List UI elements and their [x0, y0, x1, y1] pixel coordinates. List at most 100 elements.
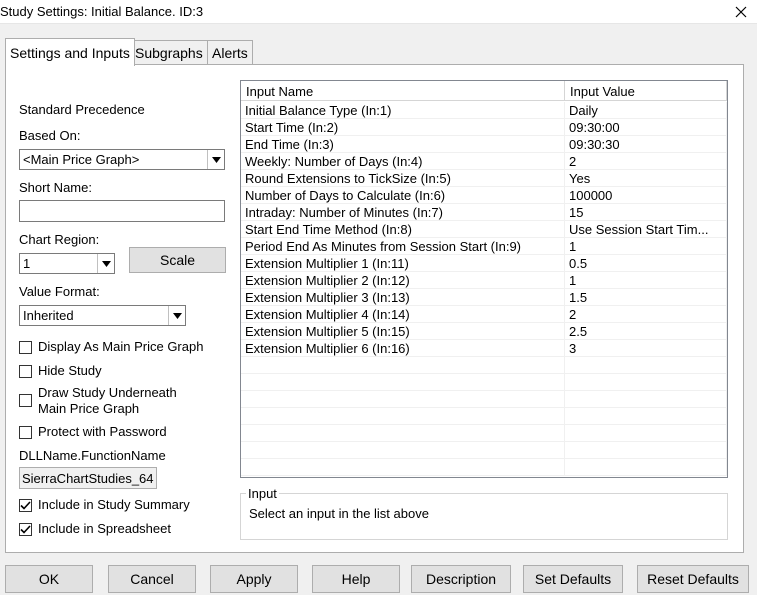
check-icon	[20, 525, 31, 534]
set-defaults-button[interactable]: Set Defaults	[523, 565, 623, 593]
empty-cell	[565, 391, 727, 408]
input-name-cell: Number of Days to Calculate (In:6)	[241, 187, 565, 204]
help-button[interactable]: Help	[312, 565, 400, 593]
checkbox-box	[19, 394, 32, 407]
input-name-cell: Weekly: Number of Days (In:4)	[241, 153, 565, 170]
table-row[interactable]: Initial Balance Type (In:1) Daily	[241, 102, 727, 119]
input-name-cell: Extension Multiplier 5 (In:15)	[241, 323, 565, 340]
table-row[interactable]: Intraday: Number of Minutes (In:7) 15	[241, 204, 727, 221]
table-row[interactable]: Extension Multiplier 6 (In:16) 3	[241, 340, 727, 357]
include-in-study-summary-checkbox[interactable]: Include in Study Summary	[19, 497, 190, 512]
empty-cell	[565, 408, 727, 425]
input-name-cell: Intraday: Number of Minutes (In:7)	[241, 204, 565, 221]
table-row[interactable]: Extension Multiplier 4 (In:14) 2	[241, 306, 727, 323]
table-row[interactable]: Start End Time Method (In:8) Use Session …	[241, 221, 727, 238]
table-row[interactable]: Extension Multiplier 2 (In:12) 1	[241, 272, 727, 289]
input-value-cell[interactable]: 3	[565, 340, 727, 357]
based-on-value: <Main Price Graph>	[23, 152, 140, 167]
input-value-cell[interactable]: 1	[565, 272, 727, 289]
column-header-input-name[interactable]: Input Name	[241, 81, 565, 101]
empty-cell	[565, 374, 727, 391]
cancel-button[interactable]: Cancel	[108, 565, 196, 593]
input-value-cell[interactable]: Yes	[565, 170, 727, 187]
protect-with-password-checkbox[interactable]: Protect with Password	[19, 424, 167, 439]
empty-cell	[565, 459, 727, 476]
input-value-cell[interactable]: 1.5	[565, 289, 727, 306]
table-row[interactable]: Extension Multiplier 3 (In:13) 1.5	[241, 289, 727, 306]
table-row[interactable]: Extension Multiplier 1 (In:11) 0.5	[241, 255, 727, 272]
window-title: Study Settings: Initial Balance. ID:3	[0, 4, 204, 19]
hide-study-checkbox[interactable]: Hide Study	[19, 363, 102, 378]
close-button[interactable]	[727, 0, 755, 24]
empty-row	[241, 357, 727, 374]
table-row[interactable]: Period End As Minutes from Session Start…	[241, 238, 727, 255]
inputs-list-header: Input Name Input Value	[241, 81, 727, 101]
empty-cell	[241, 442, 565, 459]
table-row[interactable]: Weekly: Number of Days (In:4) 2	[241, 153, 727, 170]
include-in-spreadsheet-checkbox[interactable]: Include in Spreadsheet	[19, 521, 171, 536]
empty-cell	[565, 442, 727, 459]
input-value-cell[interactable]: 09:30:30	[565, 136, 727, 153]
table-row[interactable]: Start Time (In:2) 09:30:00	[241, 119, 727, 136]
column-header-input-value[interactable]: Input Value	[565, 81, 727, 101]
empty-cell	[241, 459, 565, 476]
table-row[interactable]: End Time (In:3) 09:30:30	[241, 136, 727, 153]
empty-cell	[241, 357, 565, 374]
input-value-cell[interactable]: Daily	[565, 102, 727, 119]
tab-alerts[interactable]: Alerts	[207, 40, 253, 64]
input-name-cell: Extension Multiplier 2 (In:12)	[241, 272, 565, 289]
input-description: Select an input in the list above	[249, 506, 429, 521]
display-as-main-price-graph-checkbox[interactable]: Display As Main Price Graph	[19, 339, 203, 354]
checkbox-label: Draw Study Underneath Main Price Graph	[38, 385, 177, 416]
empty-cell	[565, 425, 727, 442]
title-bar: Study Settings: Initial Balance. ID:3	[0, 0, 757, 24]
table-row[interactable]: Round Extensions to TickSize (In:5) Yes	[241, 170, 727, 187]
empty-cell	[241, 374, 565, 391]
empty-row	[241, 408, 727, 425]
input-name-cell: End Time (In:3)	[241, 136, 565, 153]
dll-name-field: SierraChartStudies_64	[19, 467, 157, 489]
reset-defaults-button[interactable]: Reset Defaults	[637, 565, 749, 593]
checkbox-label: Hide Study	[38, 363, 102, 378]
apply-button[interactable]: Apply	[210, 565, 298, 593]
inputs-list[interactable]: Input Name Input Value Initial Balance T…	[240, 80, 728, 478]
empty-row	[241, 391, 727, 408]
chevron-down-icon	[207, 150, 224, 169]
value-format-dropdown[interactable]: Inherited	[19, 305, 186, 326]
chart-region-label: Chart Region:	[19, 232, 100, 247]
check-icon	[20, 501, 31, 510]
checkbox-box	[19, 365, 32, 378]
empty-cell	[565, 357, 727, 374]
input-value-cell[interactable]: 2.5	[565, 323, 727, 340]
checkbox-label: Display As Main Price Graph	[38, 339, 204, 354]
scale-button[interactable]: Scale	[129, 247, 226, 273]
short-name-input[interactable]	[19, 200, 225, 222]
description-button[interactable]: Description	[411, 565, 511, 593]
empty-row	[241, 442, 727, 459]
chart-region-dropdown[interactable]: 1	[19, 253, 115, 274]
input-value-cell[interactable]: 15	[565, 204, 727, 221]
input-value-cell[interactable]: 0.5	[565, 255, 727, 272]
input-value-cell[interactable]: Use Session Start Tim...	[565, 221, 727, 238]
based-on-dropdown[interactable]: <Main Price Graph>	[19, 149, 225, 170]
ok-button[interactable]: OK	[5, 565, 93, 593]
input-value-cell[interactable]: 09:30:00	[565, 119, 727, 136]
input-group-title: Input	[246, 486, 279, 501]
tab-settings-and-inputs[interactable]: Settings and Inputs	[5, 38, 135, 66]
tab-subgraphs[interactable]: Subgraphs	[130, 40, 208, 64]
checkbox-label: Include in Spreadsheet	[38, 521, 171, 536]
empty-row	[241, 374, 727, 391]
input-value-cell[interactable]: 2	[565, 153, 727, 170]
input-value-cell[interactable]: 2	[565, 306, 727, 323]
value-format-label: Value Format:	[19, 284, 100, 299]
draw-study-underneath-checkbox[interactable]: Draw Study Underneath Main Price Graph	[19, 385, 219, 417]
chevron-down-icon	[168, 306, 185, 325]
empty-row	[241, 425, 727, 442]
input-value-cell[interactable]: 1	[565, 238, 727, 255]
table-row[interactable]: Number of Days to Calculate (In:6) 100000	[241, 187, 727, 204]
input-value-cell[interactable]: 100000	[565, 187, 727, 204]
input-name-cell: Initial Balance Type (In:1)	[241, 102, 565, 119]
table-row[interactable]: Extension Multiplier 5 (In:15) 2.5	[241, 323, 727, 340]
empty-cell	[241, 391, 565, 408]
checkbox-label: Protect with Password	[38, 424, 167, 439]
